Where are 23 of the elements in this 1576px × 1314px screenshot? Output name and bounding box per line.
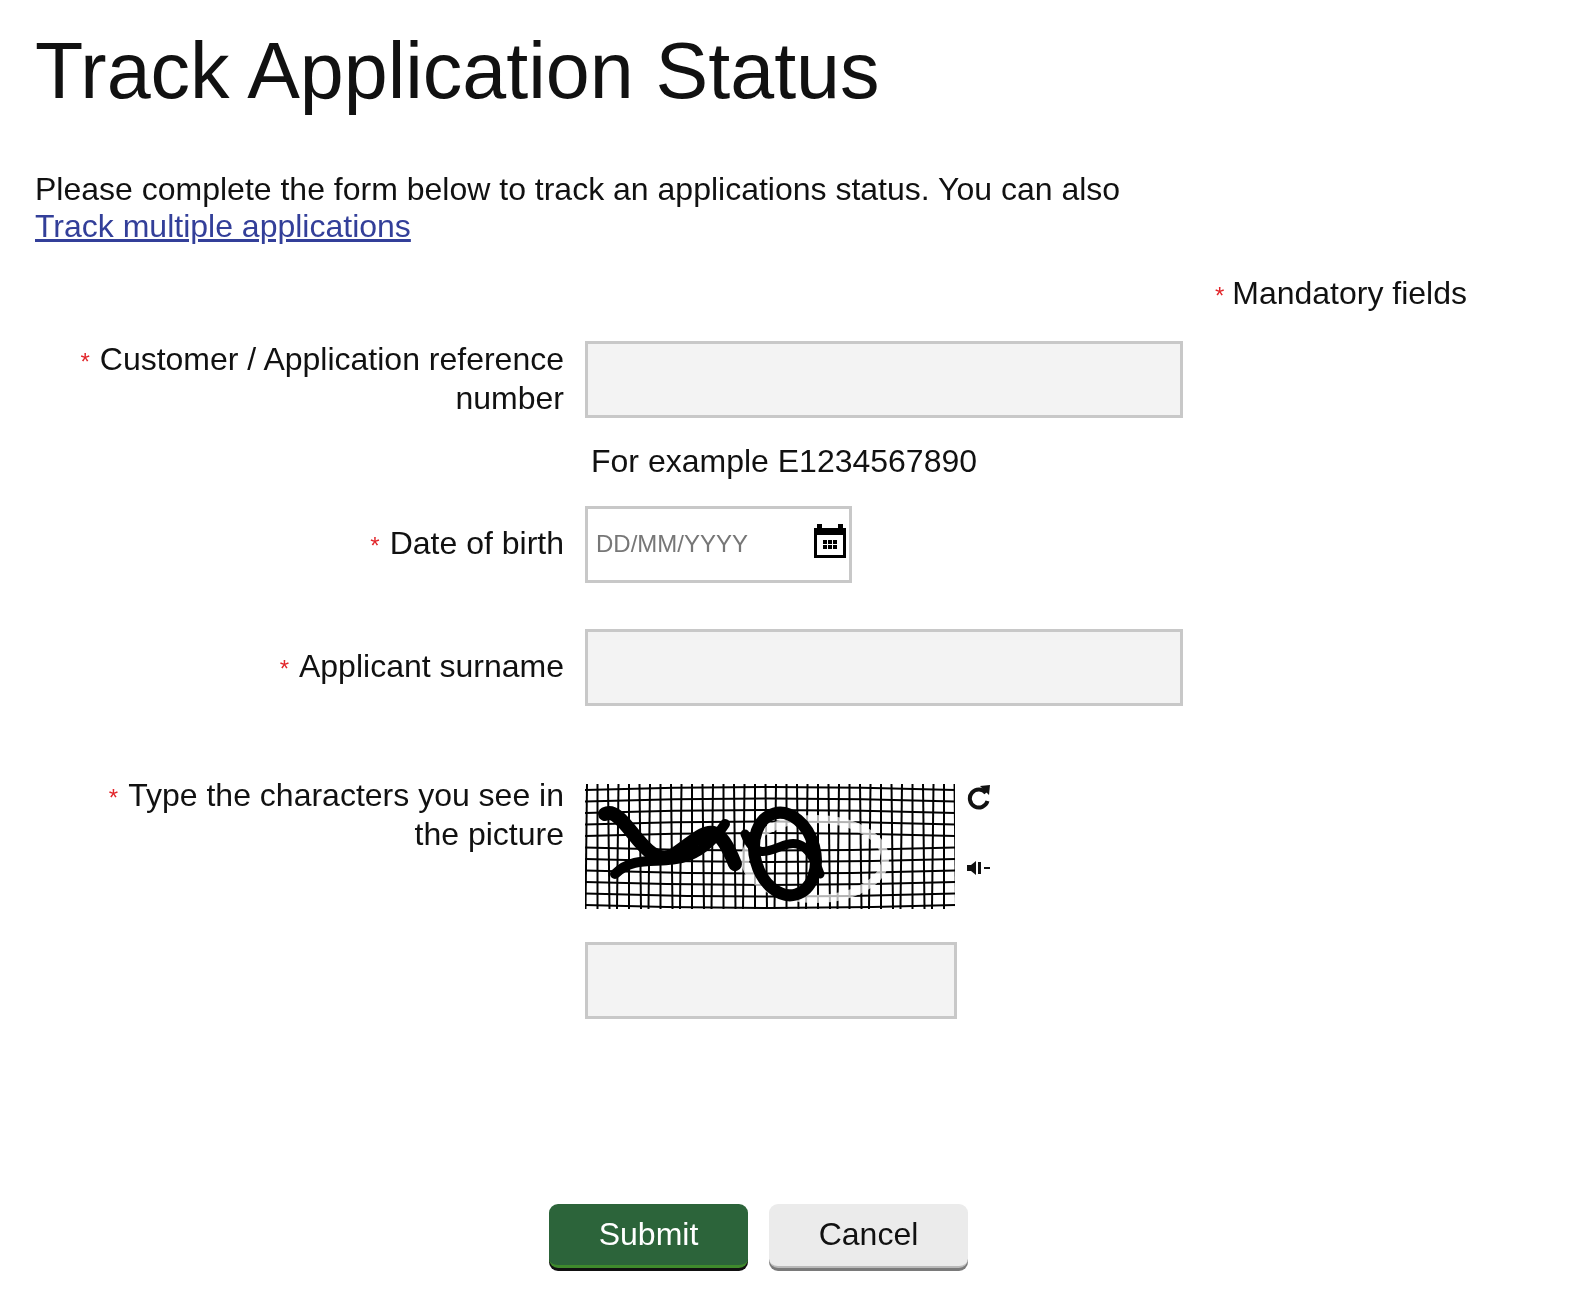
field-label: Applicant surname <box>298 647 564 684</box>
field-hint: For example E1234567890 <box>590 442 978 480</box>
track-multiple-link[interactable]: Track multiple applications <box>35 207 411 244</box>
required-asterisk: * <box>370 531 380 559</box>
page-title: Track Application Status <box>35 26 881 117</box>
text-input-field[interactable] <box>585 628 1183 706</box>
date-input-field[interactable]: DD/MM/YYYY <box>585 505 852 583</box>
required-asterisk: * <box>80 348 90 376</box>
required-asterisk: * <box>1214 280 1225 311</box>
field-label: Type the characters you see in the picture <box>128 776 564 852</box>
required-asterisk: * <box>108 783 119 811</box>
field-label: Date of birth <box>389 524 564 561</box>
speaker-icon[interactable] <box>967 860 991 875</box>
calendar-icon[interactable] <box>814 523 846 558</box>
cancel-button[interactable]: Cancel <box>769 1203 968 1268</box>
intro-text: Please complete the form below to track an applications status. You can also Track multiple applications <box>35 170 1122 245</box>
submit-button[interactable]: Submit <box>549 1203 748 1268</box>
refresh-icon[interactable] <box>967 783 991 810</box>
text-input-field[interactable] <box>585 340 1183 418</box>
field-label: Customer / Application reference number <box>99 341 564 417</box>
required-asterisk: * <box>279 654 289 682</box>
mandatory-note: Mandatory fields <box>1232 274 1467 312</box>
captcha-answer-field[interactable] <box>585 941 957 1019</box>
